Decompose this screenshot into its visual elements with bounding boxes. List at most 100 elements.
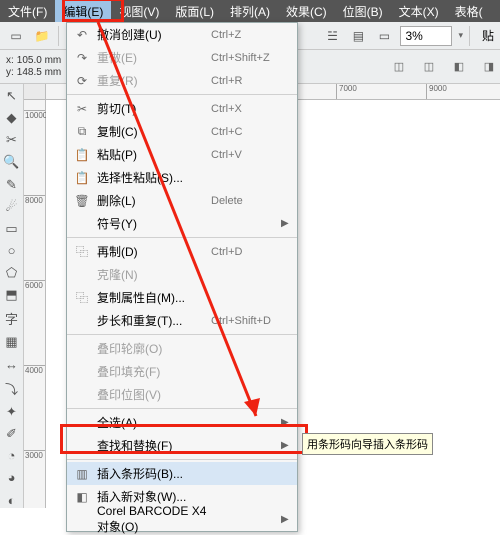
menu-item-icon: 📋	[71, 171, 93, 185]
menu-item-icon: ◧	[71, 490, 93, 504]
menu-item[interactable]: 版面(L)	[167, 0, 222, 22]
toolbox: ↖ ◆ ✂ 🔍 ✎ ☄ ▭ ○ ⬠ ⬒ 字 ▦ ↔ ⤵ ✦ ✐ ◔ ◕ ◐	[0, 84, 24, 508]
ruler-tick: 8000	[24, 195, 45, 205]
coordinates-readout: x:105.0 mm y:148.5 mm	[6, 55, 61, 78]
menu-row: 叠印轮廓(O)	[67, 337, 297, 360]
zoom-select[interactable]	[400, 26, 452, 46]
basic-shapes-icon[interactable]: ⬒	[2, 287, 22, 303]
connector-icon[interactable]: ⤵	[2, 379, 22, 398]
menu-item-icon: ✂	[71, 102, 93, 116]
menu-item-label: 粘贴(P)	[93, 146, 211, 163]
menu-item-icon: ⿻	[71, 289, 93, 306]
menu-row[interactable]: 符号(Y)▶	[67, 212, 297, 235]
menu-row[interactable]: 步长和重复(T)...Ctrl+Shift+D	[67, 309, 297, 332]
table-tool-icon[interactable]: ▦	[2, 334, 22, 350]
menu-item[interactable]: 文件(F)	[0, 0, 55, 22]
paste-button[interactable]: 贴	[476, 25, 500, 46]
menu-row[interactable]: ▥插入条形码(B)...	[67, 462, 297, 485]
snap-icon[interactable]: ◧	[448, 56, 470, 78]
menu-item[interactable]: 位图(B)	[335, 0, 391, 22]
smart-tool-icon[interactable]: ☄	[2, 199, 22, 215]
menu-row[interactable]: 查找和替换(F) ▶	[67, 434, 297, 457]
view2-icon[interactable]: ▤	[348, 26, 368, 46]
menu-item-shortcut: Ctrl+D	[211, 246, 281, 258]
ruler-tick: 10000	[24, 110, 45, 120]
menu-item-label: 撤消创建(U)	[93, 26, 211, 43]
freehand-tool-icon[interactable]: ✎	[2, 177, 22, 193]
menu-row[interactable]: 🗑删除(L)Delete	[67, 189, 297, 212]
menu-item[interactable]: 表格(	[447, 0, 491, 22]
open-icon[interactable]: 📁	[32, 26, 52, 46]
menu-row[interactable]: ✂剪切(T)Ctrl+X	[67, 97, 297, 120]
menu-item-label: 复制属性自(M)...	[93, 289, 211, 306]
units2-icon[interactable]: ◫	[418, 56, 440, 78]
view-icon[interactable]: ☱	[322, 26, 342, 46]
menu-row[interactable]: 📋粘贴(P)Ctrl+V	[67, 143, 297, 166]
ruler-tick: 9000	[426, 84, 447, 99]
ellipse-tool-icon[interactable]: ○	[2, 243, 22, 259]
menu-item-label: 插入新对象(W)...	[93, 488, 211, 505]
crop-tool-icon[interactable]: ✂	[2, 132, 22, 148]
new-icon[interactable]: ▭	[6, 26, 26, 46]
menu-item-label: 叠印轮廓(O)	[93, 340, 211, 357]
menu-row: 叠印位图(V)	[67, 383, 297, 406]
menu-row[interactable]: ⿻再制(D)Ctrl+D	[67, 240, 297, 263]
menu-item[interactable]: 效果(C)	[278, 0, 335, 22]
menu-item-label: 再制(D)	[93, 243, 211, 260]
text-tool-icon[interactable]: 字	[2, 309, 22, 328]
ruler-corner	[24, 84, 46, 100]
vertical-ruler: 100008000600040003000	[24, 100, 46, 508]
menu-item-shortcut: Ctrl+Z	[211, 29, 281, 41]
zoom-tool-icon[interactable]: 🔍	[2, 154, 22, 170]
menu-item-label: 选择性粘贴(S)...	[93, 169, 211, 186]
menu-item-icon: ⿻	[71, 243, 93, 260]
menu-item[interactable]: 视图(V)	[111, 0, 167, 22]
menu-item[interactable]: 编辑(E)	[55, 0, 111, 22]
menu-item-icon: ⧉	[71, 124, 93, 139]
fill-icon[interactable]: ◕	[2, 470, 22, 486]
menu-row[interactable]: 全选(A) ▶	[67, 411, 297, 434]
snap2-icon[interactable]: ◨	[478, 56, 500, 78]
menu-row[interactable]: ↶撤消创建(U)Ctrl+Z	[67, 23, 297, 46]
rect-tool-icon[interactable]: ▭	[2, 221, 22, 237]
page-icon[interactable]: ▭	[374, 26, 394, 46]
shape-tool-icon[interactable]: ◆	[2, 110, 22, 126]
menu-row[interactable]: ⿻复制属性自(M)...	[67, 286, 297, 309]
menu-item-icon: ▥	[71, 467, 93, 481]
menu-item-label: 叠印填充(F)	[93, 363, 211, 380]
menu-row: ↷重做(E)Ctrl+Shift+Z	[67, 46, 297, 69]
eyedropper-icon[interactable]: ✐	[2, 426, 22, 442]
menu-item-label: 查找和替换(F)	[93, 437, 211, 454]
units-icon[interactable]: ◫	[388, 56, 410, 78]
menu-item[interactable]: 排列(A)	[222, 0, 278, 22]
ruler-tick: 7000	[336, 84, 357, 99]
submenu-arrow-icon: ▶	[281, 417, 291, 428]
menu-item-label: 全选(A)	[93, 414, 211, 431]
menu-item-label: Corel BARCODE X4 对象(O)	[93, 504, 211, 535]
submenu-arrow-icon: ▶	[281, 514, 291, 525]
edit-menu-dropdown: ↶撤消创建(U)Ctrl+Z↷重做(E)Ctrl+Shift+Z⟳重复(R)Ct…	[66, 22, 298, 532]
menu-item-icon: 🗑	[71, 194, 93, 208]
menu-item-label: 克隆(N)	[93, 266, 211, 283]
tooltip: 用条形码向导插入条形码	[302, 433, 433, 455]
polygon-tool-icon[interactable]: ⬠	[2, 265, 22, 281]
menu-item[interactable]: 文本(X)	[391, 0, 447, 22]
menu-row[interactable]: 📋选择性粘贴(S)...	[67, 166, 297, 189]
menu-item-label: 删除(L)	[93, 192, 211, 209]
ruler-tick: 4000	[24, 365, 45, 375]
menu-row[interactable]: Corel BARCODE X4 对象(O)▶	[67, 508, 297, 531]
menu-item-shortcut: Ctrl+R	[211, 75, 281, 87]
menu-item-label: 叠印位图(V)	[93, 386, 211, 403]
menu-item-icon: ⟳	[71, 74, 93, 88]
menu-item-icon: 📋	[71, 148, 93, 162]
ruler-tick: 6000	[24, 280, 45, 290]
menu-item-shortcut: Ctrl+Shift+Z	[211, 52, 281, 64]
outline-icon[interactable]: ◔	[2, 448, 22, 464]
dimension-icon[interactable]: ↔	[2, 356, 22, 372]
interactive-icon[interactable]: ✦	[2, 404, 22, 420]
interactive-fill-icon[interactable]: ◐	[2, 492, 22, 508]
menu-item-shortcut: Ctrl+Shift+D	[211, 315, 281, 327]
menu-row[interactable]: ⧉复制(C)Ctrl+C	[67, 120, 297, 143]
submenu-arrow-icon: ▶	[281, 440, 291, 451]
pick-tool-icon[interactable]: ↖	[2, 88, 22, 104]
